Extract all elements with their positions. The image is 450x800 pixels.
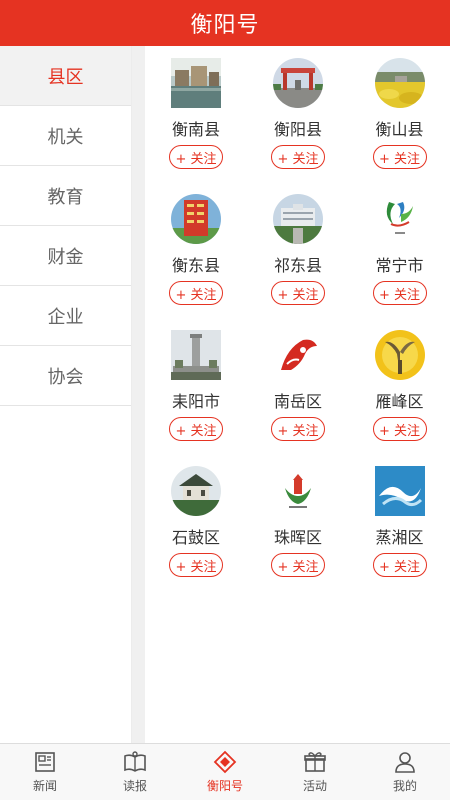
- tab-hengyang-hao[interactable]: 衡阳号: [180, 744, 270, 800]
- flower-field-photo-icon[interactable]: [374, 58, 425, 108]
- sidebar-item-label: 机关: [47, 126, 84, 148]
- government-building-photo-icon[interactable]: [273, 194, 323, 244]
- sidebar-item-education[interactable]: 教育: [0, 166, 131, 226]
- account-card: 常宁市 + 关注: [349, 194, 450, 330]
- follow-button[interactable]: + 关注: [372, 553, 427, 577]
- account-grid: 衡南县 + 关注 衡阳县 + 关注 衡山县 + 关注 衡东县 + 关注 祁东县 …: [145, 46, 450, 743]
- tab-label: 活动: [302, 779, 327, 793]
- sidebar-item-associations[interactable]: 协会: [0, 346, 131, 406]
- zhuhui-logo-icon[interactable]: [273, 466, 323, 516]
- follow-button[interactable]: + 关注: [169, 281, 223, 305]
- zhengxiang-wave-logo-icon[interactable]: [374, 466, 425, 516]
- tab-label: 我的: [392, 779, 417, 793]
- nanyue-red-logo-icon[interactable]: [273, 330, 323, 380]
- newspaper-icon: [35, 752, 55, 772]
- account-card: 珠晖区 + 关注: [247, 466, 349, 602]
- follow-button[interactable]: + 关注: [372, 417, 427, 441]
- category-sidebar: 县区 机关 教育 财金 企业 协会: [0, 46, 132, 743]
- account-card: 耒阳市 + 关注: [145, 330, 247, 466]
- tab-profile[interactable]: 我的: [360, 744, 450, 800]
- account-name: 石鼓区: [171, 528, 220, 547]
- account-name: 祁东县: [273, 256, 322, 275]
- account-card: 蒸湘区 + 关注: [349, 466, 450, 602]
- town-lake-photo-icon[interactable]: [171, 58, 221, 108]
- tab-activities[interactable]: 活动: [270, 744, 360, 800]
- account-card: 雁峰区 + 关注: [349, 330, 450, 466]
- sidebar-item-label: 企业: [47, 306, 84, 328]
- follow-button[interactable]: + 关注: [169, 145, 223, 169]
- changning-logo-icon[interactable]: [374, 194, 425, 244]
- sidebar-item-finance[interactable]: 财金: [0, 226, 131, 286]
- account-card: 衡山县 + 关注: [349, 58, 450, 194]
- sidebar-item-label: 协会: [47, 366, 84, 388]
- account-card: 衡阳县 + 关注: [247, 58, 349, 194]
- account-name: 衡山县: [375, 120, 424, 139]
- follow-button[interactable]: + 关注: [271, 145, 325, 169]
- follow-button[interactable]: + 关注: [372, 281, 427, 305]
- account-name: 常宁市: [375, 256, 424, 275]
- account-name: 衡南县: [171, 120, 220, 139]
- follow-button[interactable]: + 关注: [271, 417, 325, 441]
- follow-button[interactable]: + 关注: [372, 145, 427, 169]
- user-icon: [395, 752, 415, 773]
- tab-label: 读报: [122, 779, 147, 793]
- goose-sculpture-photo-icon[interactable]: [374, 330, 425, 380]
- sidebar-item-label: 财金: [47, 246, 84, 268]
- follow-button[interactable]: + 关注: [169, 417, 223, 441]
- account-name: 珠晖区: [273, 528, 322, 547]
- pavilion-photo-icon[interactable]: [171, 466, 221, 516]
- monument-tower-photo-icon[interactable]: [171, 330, 221, 380]
- sidebar-item-counties[interactable]: 县区: [0, 46, 131, 106]
- red-calligraphy-seal-icon[interactable]: [171, 194, 221, 244]
- page-title: 衡阳号: [190, 13, 260, 38]
- gate-arch-photo-icon[interactable]: [273, 58, 323, 108]
- tab-read-paper[interactable]: 读报: [90, 744, 180, 800]
- account-card: 祁东县 + 关注: [247, 194, 349, 330]
- open-book-icon: [124, 751, 146, 772]
- diamond-logo-icon: [213, 750, 237, 774]
- tab-label: 新闻: [32, 779, 57, 793]
- follow-button[interactable]: + 关注: [271, 553, 325, 577]
- account-card: 衡东县 + 关注: [145, 194, 247, 330]
- account-name: 耒阳市: [171, 392, 220, 411]
- account-name: 南岳区: [273, 392, 322, 411]
- tab-news[interactable]: 新闻: [0, 744, 90, 800]
- account-name: 蒸湘区: [375, 528, 424, 547]
- account-name: 衡阳县: [273, 120, 322, 139]
- account-card: 衡南县 + 关注: [145, 58, 247, 194]
- follow-button[interactable]: + 关注: [271, 281, 325, 305]
- app-header: 衡阳号: [0, 0, 450, 46]
- account-card: 石鼓区 + 关注: [145, 466, 247, 602]
- tab-label: 衡阳号: [206, 779, 243, 793]
- account-name: 衡东县: [171, 256, 220, 275]
- bottom-tab-bar: 新闻 读报 衡阳号 活动 我的: [0, 743, 450, 800]
- sidebar-item-government[interactable]: 机关: [0, 106, 131, 166]
- account-card: 南岳区 + 关注: [247, 330, 349, 466]
- sidebar-item-label: 教育: [47, 186, 84, 208]
- sidebar-item-label: 县区: [47, 66, 84, 88]
- sidebar-divider: [132, 46, 145, 743]
- gift-icon: [304, 752, 326, 772]
- follow-button[interactable]: + 关注: [169, 553, 223, 577]
- sidebar-item-enterprise[interactable]: 企业: [0, 286, 131, 346]
- account-name: 雁峰区: [375, 392, 424, 411]
